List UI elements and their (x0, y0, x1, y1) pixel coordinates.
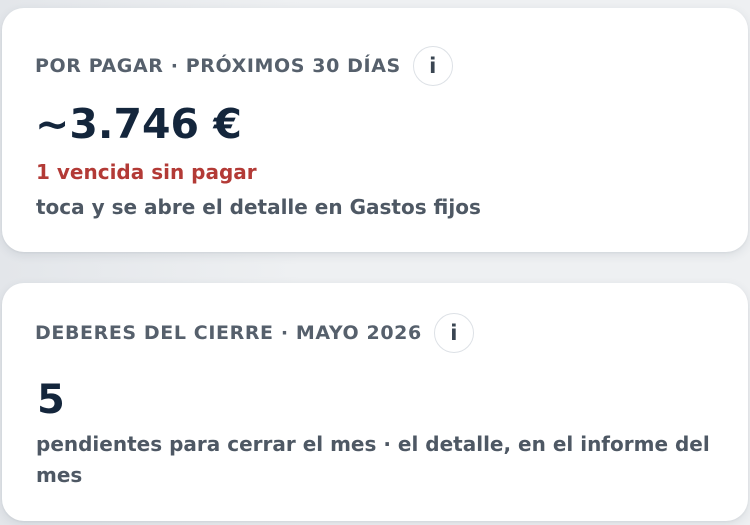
overdue-notice: 1 vencida sin pagar (36, 160, 257, 184)
closing-hint: pendientes para cerrar el mes · el detal… (36, 432, 710, 487)
payable-card[interactable]: POR PAGAR · PRÓXIMOS 30 DÍAS i ~3.746 € … (2, 8, 748, 252)
payable-card-title: POR PAGAR · PRÓXIMOS 30 DÍAS (35, 55, 401, 77)
closing-info-button[interactable]: i (433, 313, 474, 353)
closing-card-header: DEBERES DEL CIERRE · MAYO 2026 i (35, 313, 474, 353)
pending-count: 5 (37, 377, 65, 423)
payable-amount: ~3.746 € (35, 100, 242, 148)
payable-hint: toca y se abre el detalle en Gastos fijo… (36, 195, 481, 219)
info-icon: i (450, 320, 458, 345)
payable-info-button[interactable]: i (412, 46, 453, 86)
closing-card-title: DEBERES DEL CIERRE · MAYO 2026 (35, 322, 422, 344)
dashboard-panel: POR PAGAR · PRÓXIMOS 30 DÍAS i ~3.746 € … (0, 0, 750, 525)
payable-card-header: POR PAGAR · PRÓXIMOS 30 DÍAS i (35, 46, 453, 86)
closing-card[interactable]: DEBERES DEL CIERRE · MAYO 2026 i 5 pendi… (2, 283, 748, 521)
info-icon: i (429, 53, 437, 78)
